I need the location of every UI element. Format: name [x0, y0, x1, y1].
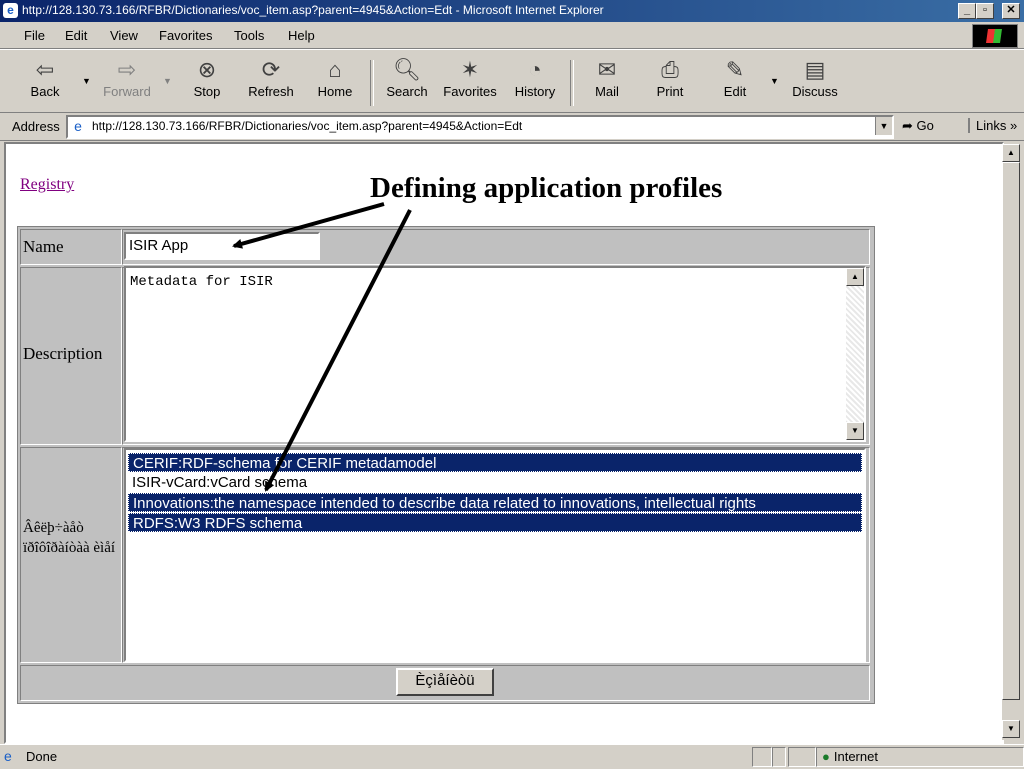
- status-panel: [752, 747, 772, 767]
- arrow-to-vcard-option: [264, 209, 412, 492]
- status-text: Done: [26, 749, 58, 764]
- page-status-icon: e: [4, 748, 12, 764]
- globe-icon: ●: [822, 749, 830, 764]
- security-zone: ● Internet: [822, 749, 878, 764]
- status-panel: [788, 747, 816, 767]
- arrow-to-name-field: [232, 202, 385, 249]
- status-panel: [772, 747, 786, 767]
- status-bar: e Done ● Internet: [0, 744, 1024, 769]
- annotation-arrows: [232, 202, 412, 492]
